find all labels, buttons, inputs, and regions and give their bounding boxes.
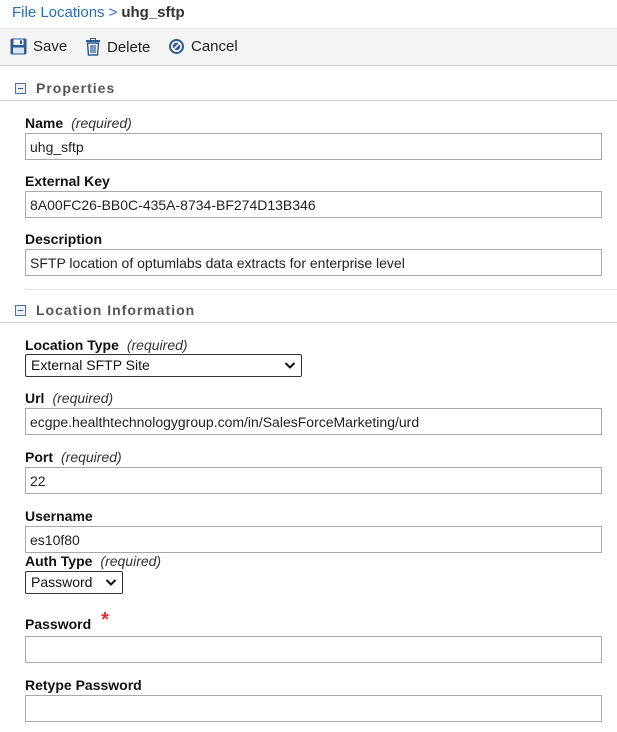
name-label: Name (required) — [25, 115, 132, 131]
external-key-label: External Key — [25, 173, 110, 189]
breadcrumb-file-locations-link[interactable]: File Locations — [12, 4, 105, 21]
name-required-text: (required) — [71, 115, 132, 131]
breadcrumb-separator: > — [108, 4, 118, 21]
properties-section-title: Properties — [36, 80, 116, 96]
username-field[interactable] — [25, 526, 602, 553]
required-star-icon: * — [101, 609, 109, 631]
port-required-text: (required) — [61, 449, 122, 465]
url-field[interactable] — [25, 408, 602, 435]
cancel-button[interactable]: Cancel — [168, 38, 238, 55]
save-label: Save — [33, 38, 68, 55]
location-type-required-text: (required) — [126, 337, 188, 353]
url-label: Url (required) — [25, 390, 113, 406]
external-key-field[interactable] — [25, 191, 602, 218]
delete-button[interactable]: Delete — [85, 38, 150, 56]
cancel-label: Cancel — [191, 38, 238, 55]
location-type-selected: External SFTP Site — [31, 357, 150, 373]
location-type-label: Location Type (required) — [25, 337, 188, 353]
auth-type-label: Auth Type (required) — [25, 553, 161, 569]
password-label-text: Password — [25, 616, 92, 632]
auth-type-select[interactable]: Password — [25, 571, 123, 594]
floppy-disk-icon — [10, 38, 27, 55]
retype-password-field[interactable] — [25, 695, 602, 722]
url-required-text: (required) — [52, 390, 114, 406]
auth-type-selected: Password — [31, 574, 93, 590]
port-field[interactable] — [25, 467, 602, 494]
description-label: Description — [25, 231, 103, 247]
retype-password-label: Retype Password — [25, 677, 142, 693]
breadcrumb: File Locations > uhg_sftp — [12, 4, 185, 21]
section-divider — [25, 289, 617, 290]
name-label-text: Name — [25, 115, 64, 131]
save-button[interactable]: Save — [10, 38, 67, 55]
properties-section-header: Properties — [0, 79, 617, 101]
auth-type-required-text: (required) — [100, 553, 162, 569]
username-label: Username — [25, 508, 93, 524]
cancel-circle-icon — [169, 39, 184, 54]
chevron-down-icon — [284, 362, 296, 369]
toolbar: Save Delete Cancel — [0, 28, 617, 66]
location-type-select[interactable]: External SFTP Site — [25, 354, 302, 377]
port-label: Port (required) — [25, 449, 122, 465]
location-section-title: Location Information — [36, 302, 196, 318]
password-field[interactable] — [25, 636, 602, 663]
collapse-icon[interactable] — [15, 305, 26, 316]
trash-can-icon — [86, 38, 100, 56]
location-section-header: Location Information — [0, 301, 617, 323]
port-label-text: Port — [25, 449, 53, 465]
chevron-down-icon — [105, 579, 117, 586]
location-type-label-text: Location Type — [25, 337, 119, 353]
name-field[interactable] — [25, 133, 602, 160]
breadcrumb-current: uhg_sftp — [121, 4, 185, 21]
description-field[interactable] — [25, 249, 602, 276]
delete-label: Delete — [107, 38, 151, 56]
auth-type-label-text: Auth Type — [25, 553, 93, 569]
password-label: Password * — [25, 609, 109, 635]
url-label-text: Url — [25, 390, 45, 406]
collapse-icon[interactable] — [15, 83, 26, 94]
